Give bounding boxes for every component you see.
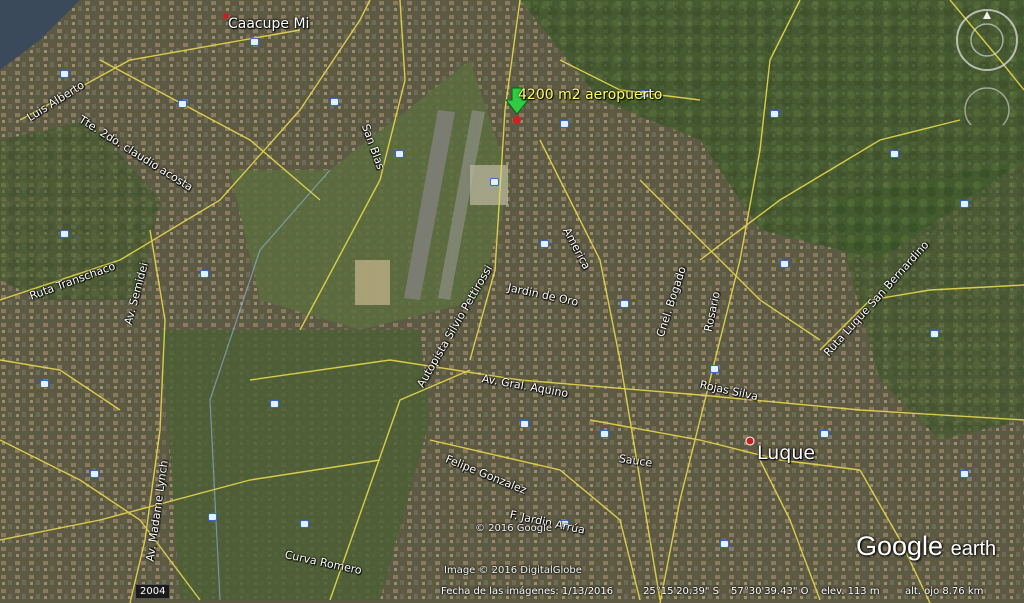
poi-marker[interactable] (330, 98, 339, 106)
google-copyright: © 2016 Google (475, 523, 553, 534)
poi-marker[interactable] (178, 100, 187, 108)
poi-marker[interactable] (960, 200, 969, 208)
poi-marker[interactable] (90, 470, 99, 478)
logo-earth: earth (950, 538, 997, 560)
poi-marker[interactable] (710, 365, 719, 373)
navigation-controls[interactable] (952, 5, 1022, 125)
poi-marker[interactable] (490, 178, 499, 186)
look-joystick-icon[interactable] (964, 87, 1010, 125)
poi-marker[interactable] (620, 300, 629, 308)
logo-google: Google (856, 531, 944, 561)
poi-marker[interactable] (60, 230, 69, 238)
pin-label[interactable]: 4200 m2 aeropuerto (518, 87, 662, 103)
elevation-readout: elev. 113 m (821, 586, 880, 597)
imagery-date: Fecha de las imágenes: 1/13/2016 (441, 586, 614, 597)
poi-marker[interactable] (270, 400, 279, 408)
poi-marker[interactable] (560, 120, 569, 128)
poi-marker[interactable] (250, 38, 259, 46)
eye-altitude-readout: alt. ojo 8.76 km (905, 586, 984, 597)
satellite-map[interactable]: 4200 m2 aeropuerto Caacupe Mi Luque Luis… (0, 0, 1024, 603)
poi-marker[interactable] (40, 380, 49, 388)
poi-marker[interactable] (395, 150, 404, 158)
poi-marker[interactable] (520, 420, 529, 428)
poi-marker[interactable] (960, 470, 969, 478)
longitude-readout: 57°30'39.43" O (731, 586, 809, 597)
poi-marker[interactable] (60, 70, 69, 78)
place-label-luque: Luque (757, 442, 816, 464)
poi-marker[interactable] (300, 520, 309, 528)
compass-ring-icon[interactable] (956, 9, 1018, 71)
poi-marker[interactable] (820, 430, 829, 438)
poi-marker[interactable] (770, 110, 779, 118)
poi-marker[interactable] (540, 240, 549, 248)
poi-marker[interactable] (600, 430, 609, 438)
poi-marker[interactable] (200, 270, 209, 278)
place-label-caacupe: Caacupe Mi (228, 16, 310, 32)
google-earth-logo: Google earth (856, 531, 996, 562)
latitude-readout: 25°15'20.39" S (643, 586, 719, 597)
imagery-copyright: Image © 2016 DigitalGlobe (444, 565, 582, 576)
poi-marker[interactable] (208, 513, 217, 521)
status-bar: Fecha de las imágenes: 1/13/2016 25°15'2… (0, 583, 1024, 603)
poi-marker[interactable] (930, 330, 939, 338)
poi-marker[interactable] (720, 540, 729, 548)
poi-marker[interactable] (780, 260, 789, 268)
poi-marker[interactable] (890, 150, 899, 158)
